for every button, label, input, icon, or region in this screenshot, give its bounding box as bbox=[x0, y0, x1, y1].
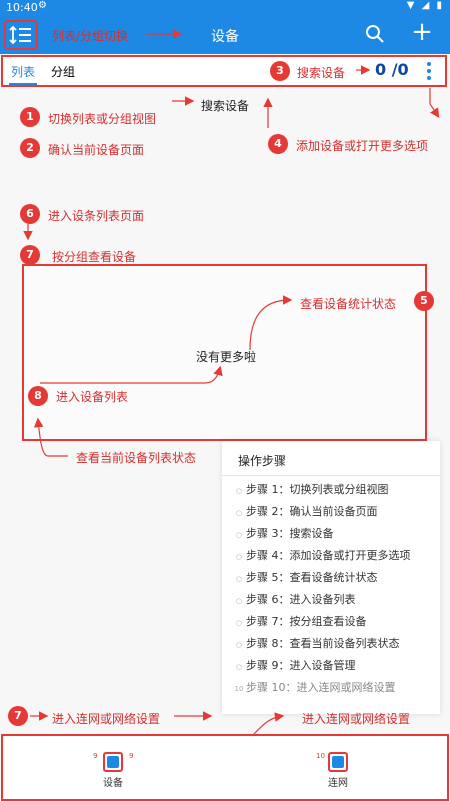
nav-network-label: 连网 bbox=[328, 778, 348, 789]
nav-devices[interactable]: 设备 bbox=[83, 752, 143, 789]
nav-devices-num-left: 9 bbox=[93, 752, 98, 760]
step-item: ○ 步骤 6：进入设备列表 bbox=[235, 593, 356, 606]
step-item: ○ 步骤 3：搜索设备 bbox=[235, 527, 334, 540]
status-time: 10:40 bbox=[6, 1, 38, 14]
status-bar: 10:40 ⚙ ▼ ◢ ▮ bbox=[0, 0, 450, 16]
tab-bar: 列表 分组 3 搜索设备 0 /0 bbox=[1, 55, 447, 87]
tab-group[interactable]: 分组 bbox=[51, 63, 75, 80]
tab-list[interactable]: 列表 bbox=[11, 63, 35, 80]
callout-text-6: 进入设条列表页面 bbox=[48, 209, 145, 223]
callout-badge-5: 5 bbox=[414, 291, 434, 311]
tab-indicator bbox=[9, 83, 37, 85]
step-item: ○ 步骤 4：添加设备或打开更多选项 bbox=[235, 549, 411, 562]
device-count: 0 /0 bbox=[375, 60, 409, 79]
wifi-icon: ▼ ◢ ▮ bbox=[406, 0, 444, 11]
callout-text-3: 搜索设备 bbox=[297, 66, 346, 80]
step-item: ○ 步骤 1：切换列表或分组视图 bbox=[235, 483, 389, 496]
callout-badge-6: 6 bbox=[20, 204, 40, 224]
steps-title: 操作步骤 bbox=[238, 454, 287, 468]
nav-devices-label: 设备 bbox=[103, 778, 123, 789]
nav-network-num-left: 10 bbox=[316, 752, 325, 760]
callout-text-1: 切换列表或分组视图 bbox=[48, 112, 157, 126]
step-item: ○ 步骤 7：按分组查看设备 bbox=[235, 615, 367, 628]
bottom-navigation: 设备 9 9 连网 10 bbox=[1, 734, 449, 801]
bottom-annotation-right: 进入连网或网络设置 bbox=[302, 712, 411, 726]
step-item: ○ 步骤 8：查看当前设备列表状态 bbox=[235, 637, 400, 650]
steps-divider bbox=[222, 475, 440, 476]
search-label: 搜索设备 bbox=[201, 99, 250, 113]
step-item: 10 步骤 10：进入连网或网络设置 bbox=[234, 681, 396, 694]
step-item: ○ 步骤 5：查看设备统计状态 bbox=[235, 571, 378, 584]
callout-badge-8: 8 bbox=[28, 386, 48, 406]
callout-badge-7: 7 bbox=[20, 245, 40, 265]
callout-badge-3: 3 bbox=[270, 61, 290, 81]
callout-text-8: 进入设备列表 bbox=[56, 390, 129, 404]
callout-text-4: 添加设备或打开更多选项 bbox=[296, 139, 429, 153]
network-icon bbox=[328, 752, 348, 772]
search-icon[interactable] bbox=[364, 23, 386, 45]
nav-devices-num-right: 9 bbox=[129, 752, 134, 760]
callout-text-5: 查看设备统计状态 bbox=[300, 297, 397, 311]
device-icon bbox=[103, 752, 123, 772]
app-bar: 列表/分组切换 设备 + bbox=[0, 16, 450, 54]
empty-message: 没有更多啦 bbox=[196, 350, 257, 364]
callout-text-7: 按分组查看设备 bbox=[52, 250, 137, 264]
callout-badge-1: 1 bbox=[20, 107, 40, 127]
list-status-annotation: 查看当前设备列表状态 bbox=[76, 451, 197, 465]
device-list-area[interactable]: 没有更多啦 查看设备统计状态 8 进入设备列表 bbox=[22, 264, 427, 441]
plus-icon[interactable]: + bbox=[410, 19, 434, 45]
callout-text-2: 确认当前设备页面 bbox=[48, 143, 145, 157]
more-vert-icon[interactable] bbox=[424, 60, 434, 84]
settings-icon: ⚙ bbox=[38, 0, 47, 11]
callout-badge-4: 4 bbox=[268, 134, 288, 154]
steps-panel: 操作步骤 ○ 步骤 1：切换列表或分组视图 ○ 步骤 2：确认当前设备页面 ○ 步骤 … bbox=[222, 441, 440, 714]
callout-badge-bottom: 7 bbox=[8, 706, 28, 726]
callout-badge-2: 2 bbox=[20, 138, 40, 158]
step-item: ○ 步骤 9：进入设备管理 bbox=[235, 659, 356, 672]
bottom-annotation-left: 进入连网或网络设置 bbox=[52, 712, 161, 726]
step-item: ○ 步骤 2：确认当前设备页面 bbox=[235, 505, 378, 518]
